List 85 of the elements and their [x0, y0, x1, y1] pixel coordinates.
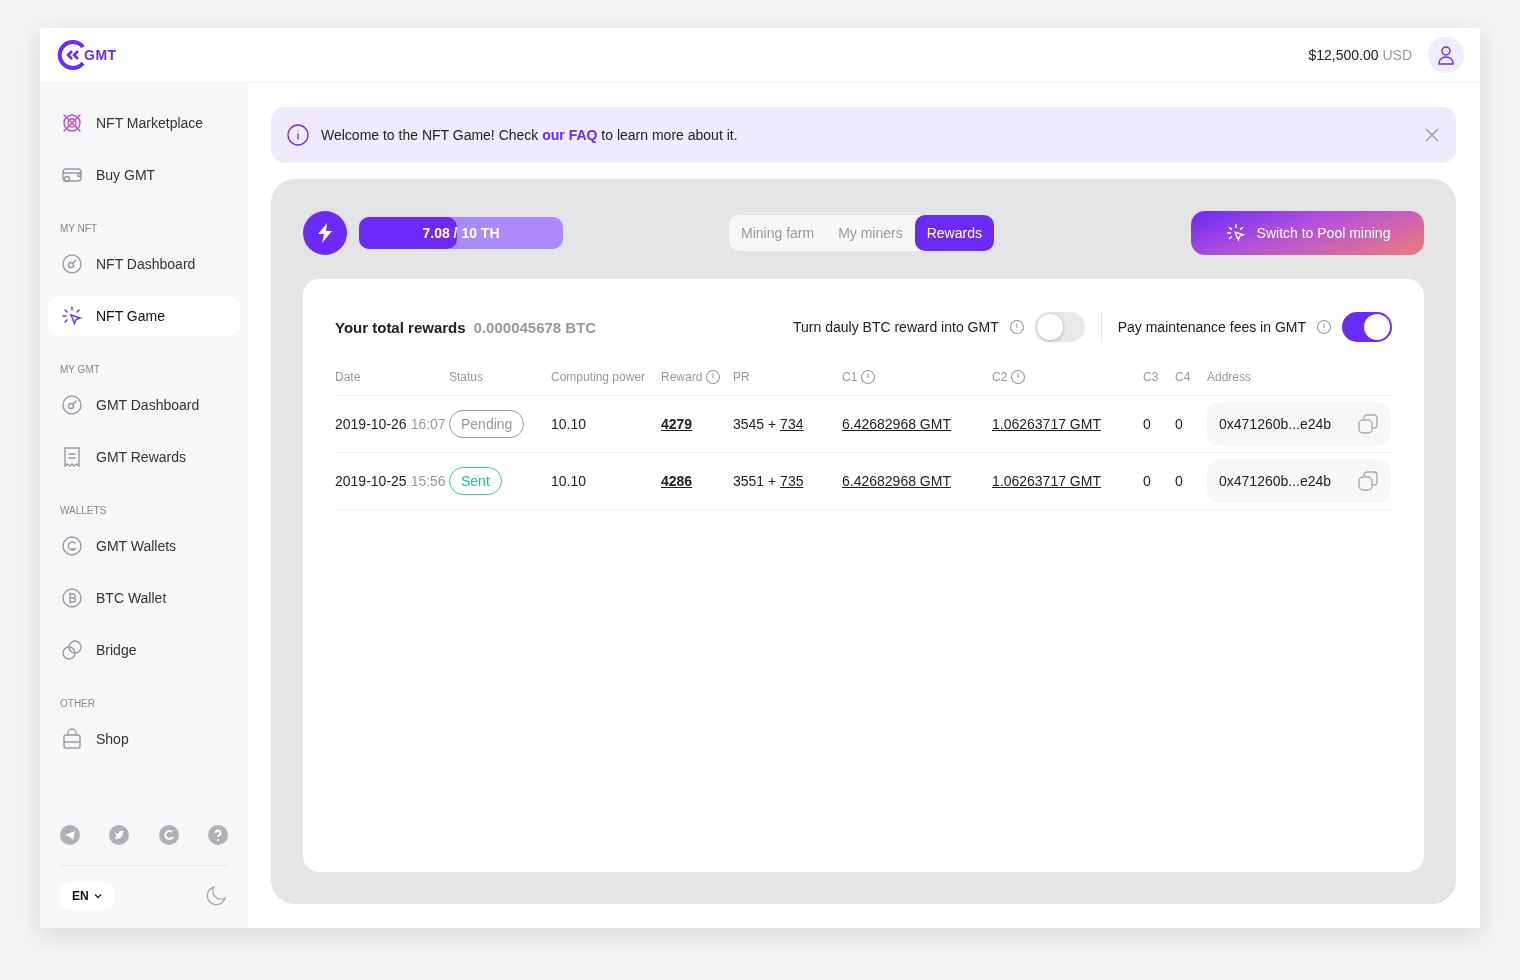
moon-icon[interactable] — [204, 884, 228, 908]
amount-link[interactable]: 6.42682968 GMT — [842, 416, 951, 432]
rewards-title: Your total rewards — [335, 318, 466, 336]
cursor-icon — [60, 304, 84, 328]
column-header: C3 — [1143, 370, 1159, 384]
column-header: Date — [335, 370, 361, 384]
table-cell: 3551 + — [733, 473, 777, 489]
coins-icon — [60, 638, 84, 662]
column-header: Address — [1207, 370, 1252, 384]
bitcoin-icon — [60, 586, 84, 610]
section-heading: WALLETS — [59, 504, 108, 518]
help-icon[interactable] — [208, 825, 228, 845]
section-heading: MY GMT — [59, 363, 101, 377]
address-text: 0x471260b...e24b — [1219, 473, 1332, 489]
sidebar-item[interactable]: Bridge — [48, 630, 240, 670]
column-header: PR — [733, 370, 750, 384]
toggle-label: Pay maintenance fees in GMT — [1117, 319, 1306, 335]
telegram-icon[interactable] — [60, 825, 80, 845]
target-icon — [60, 111, 84, 135]
lightning-icon — [315, 222, 335, 244]
column-header: Reward — [661, 370, 703, 384]
column-header: C4 — [1175, 370, 1191, 384]
date-cell: 2019-10-26 16:07 — [335, 416, 446, 432]
sidebar-item[interactable]: Shop — [48, 719, 240, 759]
copy-icon[interactable] — [1357, 413, 1379, 435]
coin-icon[interactable] — [158, 825, 179, 845]
bonus-link[interactable]: 734 — [780, 416, 804, 432]
language-button[interactable]: EN — [60, 882, 115, 910]
reward-link[interactable]: 4286 — [661, 473, 693, 489]
column-header: Status — [449, 370, 484, 384]
table-cell: 10.10 — [551, 473, 587, 489]
logo-text: GMT — [84, 47, 117, 63]
section-heading: MY NFT — [59, 222, 99, 236]
address-text: 0x471260b...e24b — [1219, 416, 1332, 432]
info-icon[interactable] — [705, 369, 722, 385]
date-cell: 2019-10-25 15:56 — [335, 473, 446, 489]
gauge-icon — [60, 393, 84, 417]
reward-link[interactable]: 4279 — [661, 416, 693, 432]
column-header: C1 — [842, 370, 858, 384]
section-heading: OTHER — [59, 697, 96, 711]
table-cell: 0 — [1175, 473, 1183, 489]
info-icon[interactable] — [860, 369, 877, 385]
tab[interactable]: Rewards — [914, 215, 994, 251]
toggle-switch[interactable] — [1034, 312, 1085, 342]
info-icon — [287, 124, 309, 146]
info-icon[interactable] — [1008, 319, 1025, 335]
toggle-label: Turn dauly BTC reward into GMT — [793, 319, 999, 335]
coin-icon — [60, 534, 84, 558]
sidebar-item[interactable]: GMT Wallets — [48, 526, 240, 566]
banner-message: Welcome to the NFT Game! Check our FAQ to learn more about it. — [321, 127, 739, 143]
toggle-switch[interactable] — [1342, 312, 1392, 342]
info-icon[interactable] — [1010, 369, 1027, 385]
sidebar-item[interactable]: GMT Rewards — [48, 437, 240, 477]
table-cell: 3545 + — [733, 416, 777, 432]
sidebar-item[interactable]: NFT Dashboard — [48, 244, 240, 284]
balance-text: $12,500.00 USD — [1308, 47, 1412, 63]
column-header: C2 — [992, 370, 1008, 384]
copy-icon[interactable] — [1357, 470, 1379, 492]
twitter-icon[interactable] — [109, 825, 130, 845]
sidebar-item[interactable]: GMT Dashboard — [48, 385, 240, 425]
rewards-total: 0.000045678 BTC — [473, 318, 598, 336]
bonus-link[interactable]: 735 — [780, 473, 804, 489]
pool-mining-button[interactable]: Switch to Pool mining — [1191, 211, 1424, 255]
faq-link[interactable]: our FAQ — [542, 127, 598, 143]
capacity-text: 7.08 / 10 TH — [421, 224, 501, 243]
bag-icon — [60, 727, 84, 751]
sidebar-item[interactable]: BTC Wallet — [48, 578, 240, 618]
sidebar-item[interactable]: NFT Game — [48, 296, 240, 336]
chevron-down-icon — [92, 891, 103, 901]
table-cell: 0 — [1143, 416, 1151, 432]
sidebar-item[interactable]: Buy GMT — [48, 155, 240, 195]
amount-link[interactable]: 6.42682968 GMT — [842, 473, 951, 489]
avatar-button[interactable] — [1428, 37, 1464, 73]
table-cell: 0 — [1143, 473, 1151, 489]
close-icon[interactable] — [1424, 127, 1440, 143]
user-icon — [1436, 45, 1456, 65]
column-header: Computing power — [551, 370, 646, 384]
table-cell: 10.10 — [551, 416, 587, 432]
sidebar-item[interactable]: NFT Marketplace — [48, 103, 240, 143]
amount-link[interactable]: 1.06263717 GMT — [992, 416, 1101, 432]
amount-link[interactable]: 1.06263717 GMT — [992, 473, 1101, 489]
cursor-icon — [1224, 222, 1247, 244]
table-cell: 0 — [1175, 416, 1183, 432]
info-icon[interactable] — [1316, 319, 1332, 335]
gauge-icon — [60, 252, 84, 276]
